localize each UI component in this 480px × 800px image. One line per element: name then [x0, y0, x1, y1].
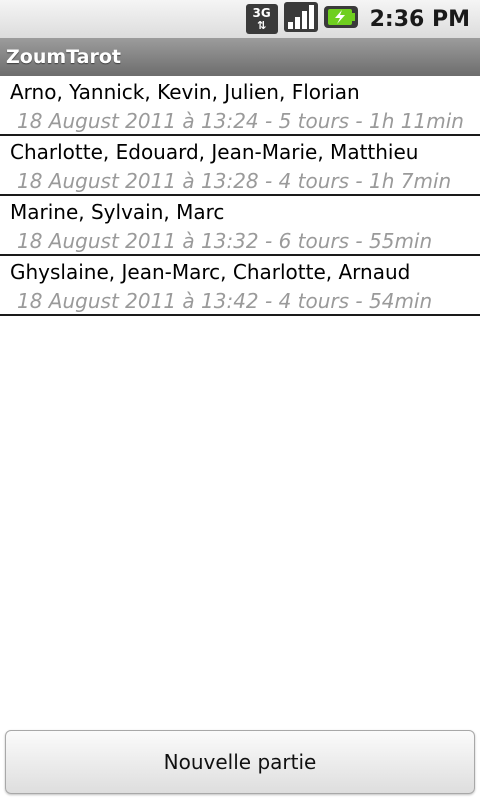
- title-bar: ZoumTarot: [0, 38, 480, 76]
- status-clock: 2:36 PM: [369, 6, 470, 32]
- battery-charging-icon: [323, 5, 358, 33]
- network-type-label: 3G: [252, 6, 271, 20]
- data-arrows-icon: ⇅: [256, 19, 267, 32]
- game-list-item[interactable]: Ghyslaine, Jean-Marc, Charlotte, Arnaud …: [0, 256, 480, 316]
- status-bar: 3G ⇅ 2:36 PM: [0, 0, 480, 38]
- app-title: ZoumTarot: [6, 46, 121, 68]
- game-list-item[interactable]: Arno, Yannick, Kevin, Julien, Florian 18…: [0, 76, 480, 136]
- game-details: 18 August 2011 à 13:28 - 4 tours - 1h 7m…: [17, 169, 452, 193]
- game-list-item[interactable]: Charlotte, Edouard, Jean-Marie, Matthieu…: [0, 136, 480, 196]
- game-list-item[interactable]: Marine, Sylvain, Marc 18 August 2011 à 1…: [0, 196, 480, 256]
- game-players: Charlotte, Edouard, Jean-Marie, Matthieu: [10, 140, 419, 164]
- 3g-data-icon: 3G ⇅: [245, 4, 278, 34]
- new-game-button[interactable]: Nouvelle partie: [5, 730, 475, 794]
- game-players: Marine, Sylvain, Marc: [10, 200, 225, 224]
- game-players: Ghyslaine, Jean-Marc, Charlotte, Arnaud: [10, 260, 411, 284]
- game-details: 18 August 2011 à 13:32 - 6 tours - 55min: [17, 229, 433, 253]
- signal-strength-icon: [283, 2, 318, 36]
- game-list: Arno, Yannick, Kevin, Julien, Florian 18…: [0, 76, 480, 316]
- game-details: 18 August 2011 à 13:24 - 5 tours - 1h 11…: [17, 109, 464, 133]
- game-details: 18 August 2011 à 13:42 - 4 tours - 54min: [17, 289, 433, 313]
- game-players: Arno, Yannick, Kevin, Julien, Florian: [10, 80, 360, 104]
